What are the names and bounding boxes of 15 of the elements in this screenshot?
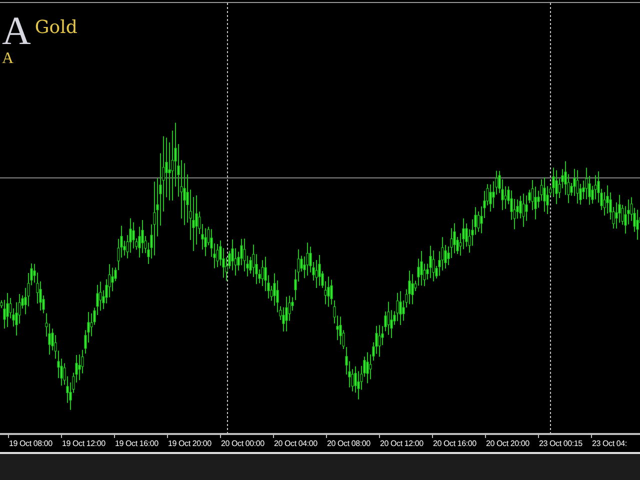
time-axis-label: 20 Oct 20:00 [486, 438, 530, 450]
time-axis-label: 19 Oct 12:00 [62, 438, 106, 450]
time-axis-label: 20 Oct 04:00 [274, 438, 318, 450]
logo-letter: A [2, 11, 31, 51]
time-axis-label: 19 Oct 20:00 [168, 438, 212, 450]
time-axis-label: 19 Oct 08:00 [9, 438, 52, 450]
time-axis-label: 23 Oct 00:15 [539, 438, 582, 450]
time-axis-label: 20 Oct 00:00 [221, 438, 264, 450]
time-axis-label: 20 Oct 12:00 [380, 438, 424, 450]
time-axis-label: 19 Oct 16:00 [115, 438, 158, 450]
subtitle-letter: A [2, 51, 14, 67]
time-axis-label: 20 Oct 16:00 [433, 438, 476, 450]
symbol-label: Gold [34, 17, 78, 39]
time-axis-label: 23 Oct 04: [592, 438, 627, 450]
time-axis-label: 20 Oct 08:00 [327, 438, 370, 450]
